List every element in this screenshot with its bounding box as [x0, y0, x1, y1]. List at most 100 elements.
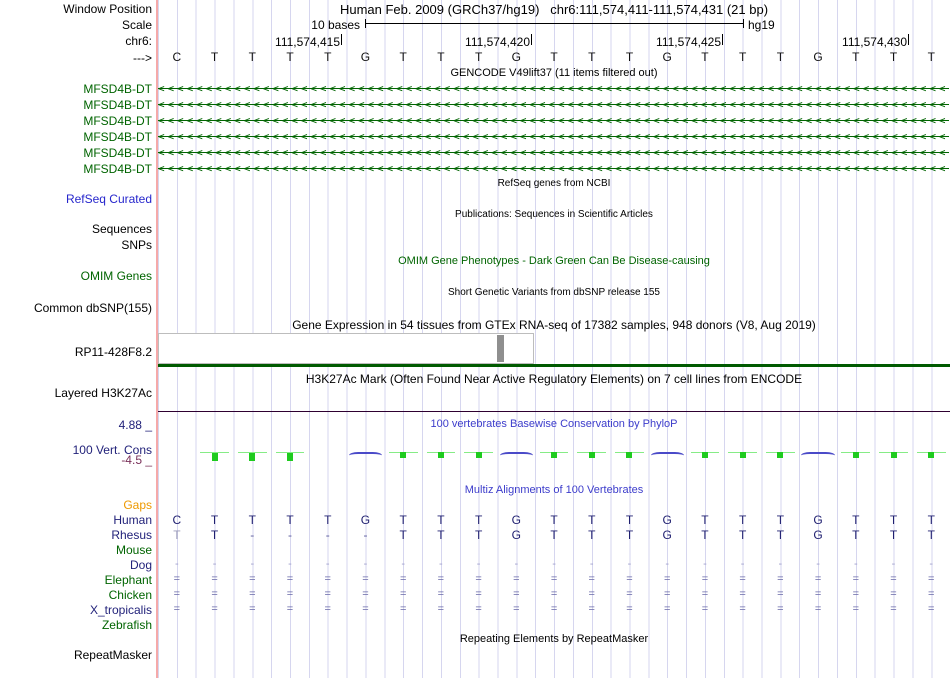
- reference-sequence-row: CTTTTGTTTGTTTGTTTGTTT: [0, 50, 950, 64]
- align-cell: =: [173, 588, 181, 600]
- multiz-row-gaps[interactable]: Gaps: [0, 498, 950, 513]
- phylop-mark: [535, 443, 573, 463]
- align-cell: =: [550, 603, 558, 615]
- track-label-omim-genes[interactable]: OMIM Genes: [0, 269, 152, 283]
- align-cell: =: [475, 603, 482, 615]
- gene-label[interactable]: MFSD4B-DT: [0, 82, 152, 96]
- gene-label[interactable]: MFSD4B-DT: [0, 146, 152, 160]
- align-cell: =: [852, 603, 860, 615]
- base-letter: T: [324, 50, 332, 64]
- multiz-row-dog[interactable]: Dog - - - - - - - - - - - - - - - - - - - - -: [0, 558, 950, 573]
- align-cell: =: [173, 573, 181, 585]
- align-cell: =: [173, 603, 181, 615]
- align-cell: =: [739, 603, 746, 615]
- gene-row[interactable]: MFSD4B-DT <<<<<<<<<<<<<<<<<<<<<<<<<<<<<<…: [0, 145, 950, 161]
- align-cell: =: [286, 588, 294, 600]
- gtex-expression-bar[interactable]: [497, 335, 504, 362]
- align-cell: =: [588, 603, 595, 615]
- align-cell: =: [701, 573, 709, 585]
- species-label-chicken[interactable]: Chicken: [0, 588, 152, 602]
- base-letter: T: [437, 50, 445, 64]
- phylop-mark: [573, 443, 611, 463]
- base-letter: T: [210, 50, 219, 64]
- gene-label[interactable]: MFSD4B-DT: [0, 130, 152, 144]
- track-label-dbsnp[interactable]: Common dbSNP(155): [0, 301, 152, 315]
- track-label-gtex-gene[interactable]: RP11-428F8.2: [0, 345, 152, 359]
- track-label-h3k27ac[interactable]: Layered H3K27Ac: [0, 386, 152, 400]
- left-arrows-transcript-line[interactable]: <<<<<<<<<<<<<<<<<<<<<<<<<<<<<<<<<<<<<<<<…: [158, 161, 949, 177]
- align-cell: -: [288, 528, 293, 542]
- phylop-min-value: -4.5 _: [121, 453, 152, 467]
- gene-label[interactable]: MFSD4B-DT: [0, 98, 152, 112]
- align-cell: G: [813, 528, 823, 542]
- left-arrows-transcript-line[interactable]: <<<<<<<<<<<<<<<<<<<<<<<<<<<<<<<<<<<<<<<<…: [158, 145, 949, 161]
- gene-row[interactable]: MFSD4B-DT <<<<<<<<<<<<<<<<<<<<<<<<<<<<<<…: [0, 129, 950, 145]
- multiz-row-mouse[interactable]: Mouse: [0, 543, 950, 558]
- gene-row[interactable]: MFSD4B-DT <<<<<<<<<<<<<<<<<<<<<<<<<<<<<<…: [0, 97, 950, 113]
- base-letter: T: [399, 50, 407, 64]
- species-label-xtropicalis[interactable]: X_tropicalis: [0, 603, 152, 617]
- gene-row[interactable]: MFSD4B-DT <<<<<<<<<<<<<<<<<<<<<<<<<<<<<<…: [0, 161, 950, 177]
- gtex-expression-box[interactable]: [158, 333, 534, 364]
- multiz-row-elephant[interactable]: Elephant = = = = = = = = = = = = = = = = = = = = =: [0, 573, 950, 588]
- species-label-elephant[interactable]: Elephant: [0, 573, 152, 587]
- track-label-sequences[interactable]: Sequences: [0, 222, 152, 236]
- align-cell: -: [476, 558, 481, 570]
- align-cell: T: [776, 513, 785, 527]
- gene-row[interactable]: MFSD4B-DT <<<<<<<<<<<<<<<<<<<<<<<<<<<<<<…: [0, 81, 950, 97]
- align-cell: -: [891, 558, 896, 570]
- left-arrows-transcript-line[interactable]: <<<<<<<<<<<<<<<<<<<<<<<<<<<<<<<<<<<<<<<<…: [158, 81, 949, 97]
- align-cell: =: [626, 603, 633, 615]
- base-letter: T: [550, 50, 558, 64]
- multiz-row-rhesus[interactable]: Rhesus T T - - - - T T T G T T T G T T T G T T T: [0, 528, 950, 543]
- species-label-zebrafish[interactable]: Zebrafish: [0, 618, 152, 632]
- left-arrows-transcript-line[interactable]: <<<<<<<<<<<<<<<<<<<<<<<<<<<<<<<<<<<<<<<<…: [158, 129, 949, 145]
- coord-tick: [341, 34, 342, 45]
- phylop-max-value: 4.88 _: [118, 418, 152, 432]
- base-letter: T: [776, 50, 785, 64]
- align-cell: T: [889, 513, 898, 527]
- base-letter: T: [852, 50, 860, 64]
- h3k27ac-track-title: H3K27Ac Mark (Often Found Near Active Re…: [305, 372, 803, 386]
- species-label-rhesus[interactable]: Rhesus: [0, 528, 152, 542]
- species-label-mouse[interactable]: Mouse: [0, 543, 152, 557]
- phylop-mark: [648, 443, 686, 463]
- align-cell: =: [513, 588, 520, 600]
- multiz-row-xtropicalis[interactable]: X_tropicalis = = = = = = = = = = = = = = = = = = = = =: [0, 603, 950, 618]
- multiz-row-chicken[interactable]: Chicken = = = = = = = = = = = = = = = = = = = = =: [0, 588, 950, 603]
- species-label-dog[interactable]: Dog: [0, 558, 152, 572]
- align-cell: =: [701, 603, 709, 615]
- align-cell: =: [777, 603, 784, 615]
- align-cell: =: [286, 573, 294, 585]
- multiz-row-zebrafish[interactable]: Zebrafish: [0, 618, 950, 633]
- align-cell: -: [627, 558, 632, 570]
- align-cell: T: [210, 513, 219, 527]
- align-cell: T: [776, 528, 785, 542]
- align-cell: T: [324, 513, 332, 527]
- track-label-refseq-curated[interactable]: RefSeq Curated: [0, 192, 152, 206]
- align-cell: =: [211, 588, 218, 600]
- align-cell: =: [701, 588, 709, 600]
- species-label-gaps[interactable]: Gaps: [0, 498, 152, 512]
- gene-label[interactable]: MFSD4B-DT: [0, 114, 152, 128]
- gene-label[interactable]: MFSD4B-DT: [0, 162, 152, 176]
- align-cell: T: [738, 528, 747, 542]
- coord-label: 111,574,415: [275, 35, 340, 49]
- align-cell: =: [324, 603, 331, 615]
- phylop-mark: [762, 443, 800, 463]
- align-cell: -: [552, 558, 556, 570]
- align-cell: G: [360, 513, 371, 527]
- coord-tick: [722, 34, 723, 45]
- multiz-row-human[interactable]: Human C T T T T G T T T G T T T G T T T G T T T: [0, 513, 950, 528]
- left-arrows-transcript-line[interactable]: <<<<<<<<<<<<<<<<<<<<<<<<<<<<<<<<<<<<<<<<…: [158, 113, 949, 129]
- align-cell: T: [889, 528, 898, 542]
- left-arrows-transcript-line[interactable]: <<<<<<<<<<<<<<<<<<<<<<<<<<<<<<<<<<<<<<<<…: [158, 97, 949, 113]
- track-label-snps[interactable]: SNPs: [0, 238, 152, 252]
- species-label-human[interactable]: Human: [0, 513, 152, 527]
- gtex-gene-model-line[interactable]: [158, 364, 950, 367]
- gene-row[interactable]: MFSD4B-DT <<<<<<<<<<<<<<<<<<<<<<<<<<<<<<…: [0, 113, 950, 129]
- h3k27ac-baseline: [158, 411, 950, 412]
- align-cell: G: [662, 513, 672, 527]
- track-label-repeatmasker[interactable]: RepeatMasker: [0, 648, 152, 662]
- align-cell: T: [248, 513, 256, 527]
